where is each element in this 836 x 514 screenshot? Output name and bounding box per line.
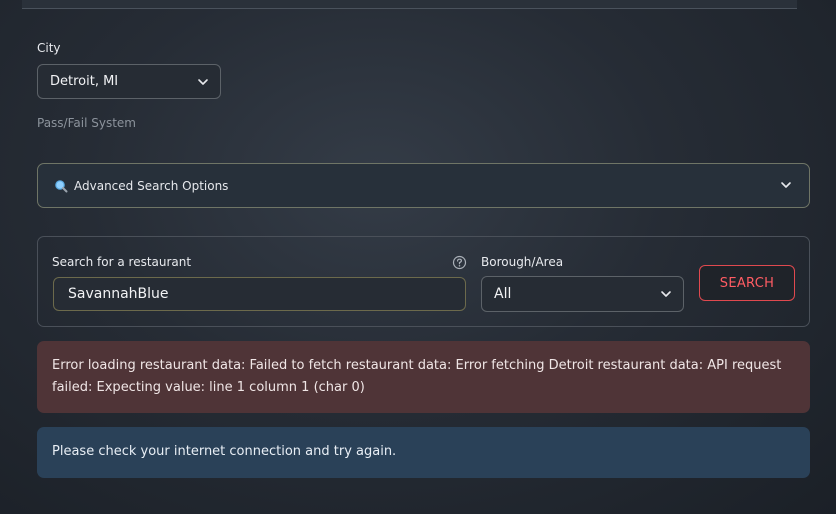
- advanced-search-expander[interactable]: Advanced Search Options: [37, 163, 810, 208]
- search-input[interactable]: [53, 277, 466, 311]
- borough-selected-value: All: [494, 286, 512, 302]
- borough-label: Borough/Area: [481, 255, 564, 269]
- info-message: Please check your internet connection an…: [52, 444, 397, 459]
- pass-fail-caption: Pass/Fail System: [37, 116, 136, 130]
- advanced-search-label: Advanced Search Options: [74, 178, 229, 193]
- city-select[interactable]: Detroit, MI: [37, 64, 221, 99]
- city-selected-value: Detroit, MI: [50, 74, 119, 89]
- error-message: Error loading restaurant data: Failed to…: [52, 358, 782, 395]
- magnifier-icon: [55, 179, 68, 192]
- top-panel-edge: [22, 0, 797, 9]
- chevron-down-icon: [781, 182, 791, 188]
- info-alert: Please check your internet connection an…: [37, 427, 810, 478]
- chevron-down-icon: [661, 291, 671, 297]
- search-button[interactable]: SEARCH: [699, 265, 795, 301]
- chevron-down-icon: [198, 78, 208, 85]
- error-alert: Error loading restaurant data: Failed to…: [37, 341, 810, 413]
- borough-select[interactable]: All: [481, 276, 684, 312]
- help-icon[interactable]: [452, 255, 467, 270]
- search-label: Search for a restaurant: [52, 255, 192, 269]
- city-label: City: [37, 41, 61, 55]
